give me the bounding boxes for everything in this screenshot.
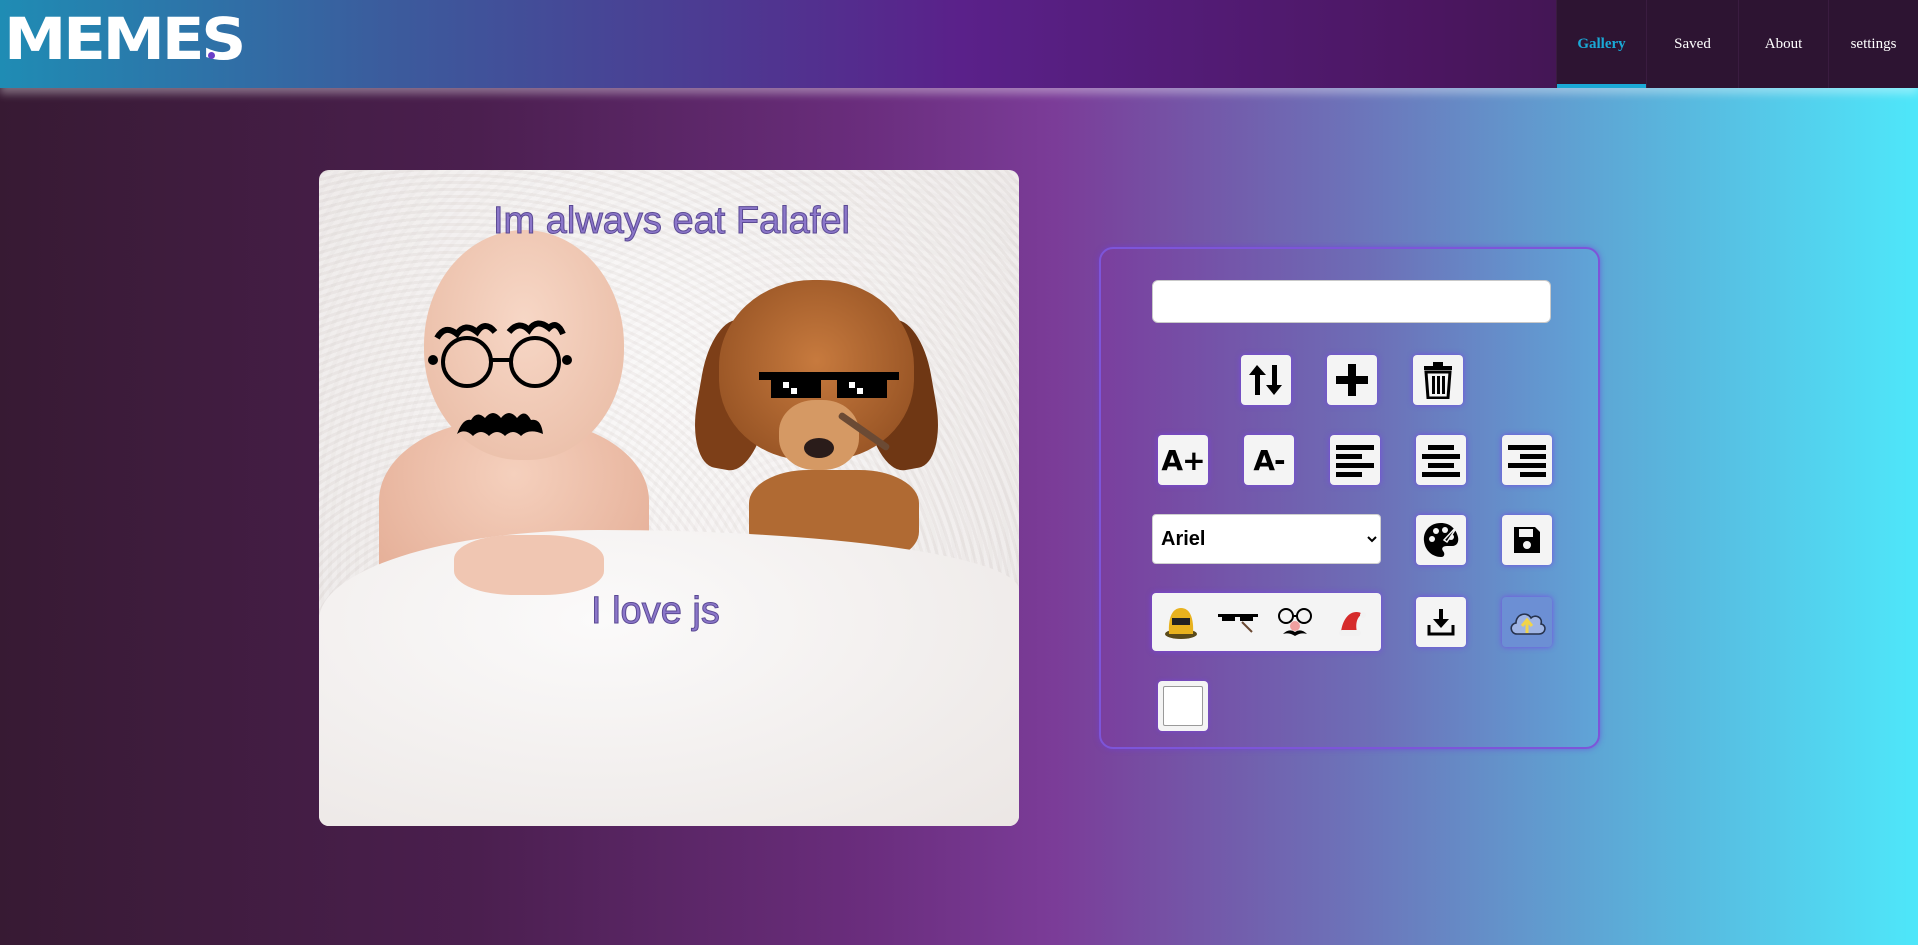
logo-dot [208, 52, 215, 59]
meme-bottom-text[interactable]: I love js [591, 590, 721, 633]
groucho-glasses-sticker[interactable] [427, 320, 572, 390]
meme-top-text[interactable]: Im always eat Falafel [493, 200, 851, 243]
swap-vertical-icon [1249, 365, 1282, 395]
font-increase-label: A+ [1161, 443, 1205, 477]
palette-icon [1423, 523, 1460, 557]
download-icon [1427, 609, 1455, 636]
pixel-sunglasses-sticker[interactable] [759, 368, 899, 402]
meme-canvas[interactable]: Im always eat Falafel I love js [319, 170, 1019, 826]
sticker-picker [1152, 593, 1381, 651]
align-right-button[interactable] [1502, 435, 1552, 485]
sticker-taxi-hat[interactable] [1161, 602, 1201, 642]
uploaded-image-thumbnail[interactable] [1158, 681, 1208, 731]
font-decrease-button[interactable]: A- [1244, 435, 1294, 485]
santa-hat-icon [1339, 612, 1367, 636]
meme-text-input[interactable] [1152, 280, 1551, 323]
mustache-sticker[interactable] [455, 408, 545, 442]
font-decrease-label: A- [1253, 443, 1285, 477]
trash-icon [1424, 362, 1452, 399]
font-family-select[interactable]: Ariel [1152, 514, 1381, 564]
download-button[interactable] [1416, 597, 1466, 647]
switch-line-button[interactable] [1241, 355, 1291, 405]
color-picker-button[interactable] [1416, 515, 1466, 565]
align-left-button[interactable] [1330, 435, 1380, 485]
upload-button[interactable] [1502, 597, 1552, 647]
baby-hands [454, 535, 604, 595]
top-header: MEMES Gallery Saved About settings [0, 0, 1918, 88]
main-nav: Gallery Saved About settings [1556, 0, 1918, 88]
pixel-sunglasses-icon [1217, 614, 1258, 633]
align-center-icon [1422, 445, 1460, 477]
sticker-groucho-glasses[interactable] [1275, 602, 1315, 642]
sticker-santa-hat[interactable] [1332, 602, 1372, 642]
save-meme-button[interactable] [1502, 515, 1552, 565]
taxi-hat-icon [1164, 608, 1197, 639]
logo[interactable]: MEMES [4, 8, 246, 70]
align-center-button[interactable] [1416, 435, 1466, 485]
plus-icon [1336, 364, 1368, 396]
nav-item-saved[interactable]: Saved [1646, 0, 1738, 88]
blanket [319, 530, 1019, 826]
nav-item-settings[interactable]: settings [1828, 0, 1918, 88]
puppy-nose [804, 438, 834, 458]
floppy-disk-icon [1514, 527, 1540, 553]
font-increase-button[interactable]: A+ [1158, 435, 1208, 485]
broken-image-placeholder [1163, 686, 1203, 726]
editor-panel: A+ A- Ariel [1099, 247, 1600, 749]
align-left-icon [1336, 445, 1374, 477]
cloud-upload-icon [1510, 613, 1546, 635]
align-right-icon [1508, 445, 1546, 477]
nav-item-gallery[interactable]: Gallery [1556, 0, 1646, 88]
puppy-muzzle [779, 400, 859, 470]
groucho-glasses-icon [1278, 608, 1313, 636]
sticker-pixel-sunglasses[interactable] [1217, 602, 1258, 642]
add-line-button[interactable] [1327, 355, 1377, 405]
nav-item-about[interactable]: About [1738, 0, 1828, 88]
delete-line-button[interactable] [1413, 355, 1463, 405]
